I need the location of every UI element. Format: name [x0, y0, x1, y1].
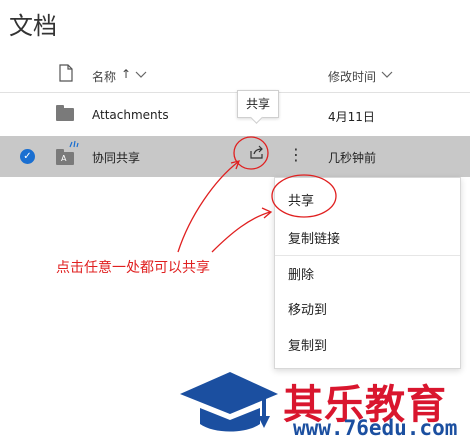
annotation-text: 点击任意一处都可以共享	[56, 260, 210, 276]
graduation-cap-icon	[180, 372, 278, 432]
brand-url: www.76edu.com	[293, 416, 458, 440]
